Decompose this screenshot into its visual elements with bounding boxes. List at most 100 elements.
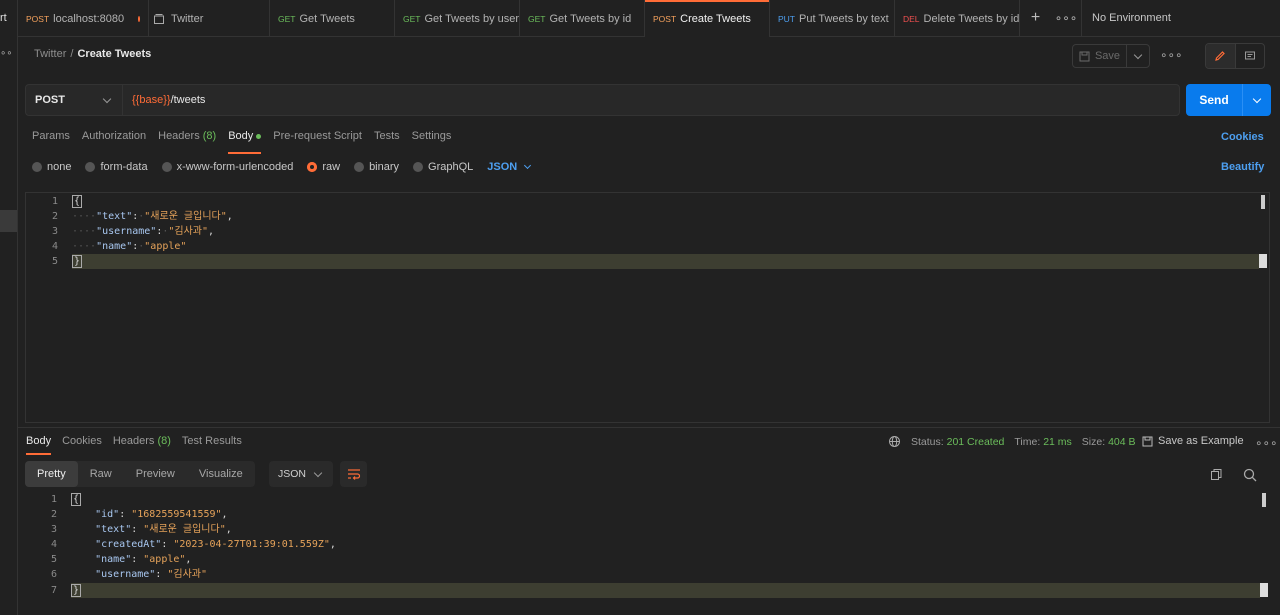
radio-none[interactable]: none <box>32 161 71 173</box>
line-number: 4 <box>51 241 58 252</box>
time-label: Time: <box>1014 435 1041 448</box>
request-more-icon[interactable]: ∘∘∘ <box>1160 48 1183 62</box>
line-number: 3 <box>51 226 58 237</box>
code-line: "name": "apple", <box>95 554 192 565</box>
line-number: 6 <box>50 569 57 580</box>
wrap-lines-button[interactable] <box>340 461 367 487</box>
breadcrumb-parent[interactable]: Twitter <box>34 48 66 60</box>
radio-graphql[interactable]: GraphQL <box>413 161 473 173</box>
globe-icon[interactable] <box>888 435 901 448</box>
tab-test-results[interactable]: Test Results <box>182 435 242 453</box>
radio-label: GraphQL <box>428 161 474 173</box>
tab-method: GET <box>528 13 546 24</box>
size-label: Size: <box>1081 435 1106 448</box>
search-icon[interactable] <box>1243 468 1257 485</box>
tab-tests[interactable]: Tests <box>374 130 400 151</box>
json-value: "김사과" <box>167 569 208 580</box>
viewer-scrollbar[interactable] <box>1262 493 1266 507</box>
cookies-link[interactable]: Cookies <box>1221 131 1264 143</box>
radio-urlencoded[interactable]: x-www-form-urlencoded <box>161 161 293 173</box>
view-preview[interactable]: Preview <box>124 461 187 487</box>
tab-localhost[interactable]: POST localhost:8080 <box>18 0 149 37</box>
response-more-icon[interactable]: ∘∘∘ <box>1255 436 1278 450</box>
chevron-down-icon <box>1133 50 1143 59</box>
tab-label: Delete Tweets by id <box>923 12 1020 25</box>
new-tab-plus-icon[interactable]: + <box>1020 0 1051 36</box>
sidebar-more-icon[interactable]: ∘∘ <box>0 48 13 59</box>
save-button[interactable]: Save <box>1073 45 1127 67</box>
view-raw[interactable]: Raw <box>78 461 124 487</box>
response-format-label: JSON <box>278 468 307 480</box>
response-body-viewer[interactable]: 1 2 3 4 5 6 7 { "id": "1682559541559", "… <box>25 491 1270 606</box>
radio-label: binary <box>369 161 400 173</box>
response-format-select[interactable]: JSON <box>269 461 333 487</box>
radio-form-data[interactable]: form-data <box>85 161 148 173</box>
json-comma: , <box>329 539 336 550</box>
beautify-button[interactable]: Beautify <box>1221 161 1264 173</box>
view-visualize[interactable]: Visualize <box>187 461 255 487</box>
request-tab-bar: POST localhost:8080 Twitter GET Get Twee… <box>18 0 1280 37</box>
size-field[interactable]: Size: 404 B <box>1082 436 1136 448</box>
tab-label: Get Tweets by usern <box>424 12 520 25</box>
tab-put-tweets-by-text[interactable]: PUT Put Tweets by text <box>770 0 895 37</box>
request-body-editor[interactable]: 1 2 3 4 5 { ····"text":·"새로운 글입니다", ····… <box>25 192 1270 423</box>
radio-raw[interactable]: raw <box>307 161 340 173</box>
code-line: { <box>71 492 82 507</box>
documentation-button[interactable] <box>1236 44 1265 68</box>
tab-twitter-collection[interactable]: Twitter <box>149 0 270 37</box>
code-line: "createdAt": "2023-04-27T01:39:01.559Z", <box>95 539 336 550</box>
chevron-down-icon <box>313 468 323 477</box>
tab-get-tweets[interactable]: GET Get Tweets <box>270 0 395 37</box>
sidebar-edge: rt ∘∘ <box>0 0 18 615</box>
tab-overflow-more-icon[interactable]: ∘∘∘ <box>1051 0 1082 36</box>
status-field[interactable]: Status: 201 Created <box>911 436 1004 448</box>
json-key: "id" <box>95 509 120 520</box>
tab-response-body[interactable]: Body <box>26 435 52 455</box>
environment-selector[interactable]: No Environment <box>1082 0 1280 36</box>
pane-divider[interactable] <box>18 427 1280 428</box>
text-cursor-icon <box>1260 583 1268 597</box>
tab-body-label: Body <box>228 130 254 142</box>
tab-method: POST <box>26 13 50 24</box>
breadcrumb-current[interactable]: Create Tweets <box>77 48 151 60</box>
time-value: 21 ms <box>1043 435 1072 448</box>
close-brace: } <box>71 584 82 597</box>
send-button[interactable]: Send <box>1186 84 1243 116</box>
save-as-example-button[interactable]: Save as Example <box>1142 435 1244 447</box>
tab-response-cookies[interactable]: Cookies <box>62 435 102 453</box>
tab-headers[interactable]: Headers (8) <box>158 130 216 151</box>
line-number: 4 <box>50 539 57 550</box>
view-pretty[interactable]: Pretty <box>25 461 78 487</box>
url-input[interactable]: {{base}}/tweets <box>123 85 1179 115</box>
method-label: POST <box>35 94 65 106</box>
time-field[interactable]: Time: 21 ms <box>1014 436 1071 448</box>
collection-icon <box>154 13 164 24</box>
sidebar-title-fragment: rt <box>0 12 7 24</box>
current-line-highlight <box>71 583 1260 598</box>
json-value: "김사과" <box>168 226 209 237</box>
sidebar-selected-item[interactable] <box>0 210 17 232</box>
tab-body[interactable]: Body <box>228 130 262 154</box>
chevron-down-icon <box>524 161 532 170</box>
method-select[interactable]: POST <box>26 85 123 115</box>
line-number: 3 <box>50 524 57 535</box>
tab-response-headers[interactable]: Headers (8) <box>113 435 171 453</box>
response-status: Status: 201 Created Time: 21 ms Size: 40… <box>888 435 1136 448</box>
save-options-button[interactable] <box>1127 45 1149 67</box>
line-number: 5 <box>50 554 57 565</box>
tab-delete-tweets-by-id[interactable]: DEL Delete Tweets by id <box>895 0 1020 37</box>
tab-get-tweets-by-username[interactable]: GET Get Tweets by usern <box>395 0 520 37</box>
edit-mode-button[interactable] <box>1206 44 1236 68</box>
tab-get-tweets-by-id[interactable]: GET Get Tweets by id <box>520 0 645 37</box>
radio-binary[interactable]: binary <box>354 161 399 173</box>
tab-settings[interactable]: Settings <box>412 130 452 151</box>
tab-params[interactable]: Params <box>32 130 70 151</box>
editor-scrollbar[interactable] <box>1261 195 1265 209</box>
tab-create-tweets[interactable]: POST Create Tweets <box>645 0 770 37</box>
radio-circle-icon <box>85 162 96 172</box>
tab-prerequest-script[interactable]: Pre-request Script <box>273 130 362 151</box>
send-options-button[interactable] <box>1243 84 1271 116</box>
tab-authorization[interactable]: Authorization <box>82 130 146 151</box>
copy-icon[interactable] <box>1210 468 1223 484</box>
body-format-select[interactable]: JSON <box>487 161 532 173</box>
